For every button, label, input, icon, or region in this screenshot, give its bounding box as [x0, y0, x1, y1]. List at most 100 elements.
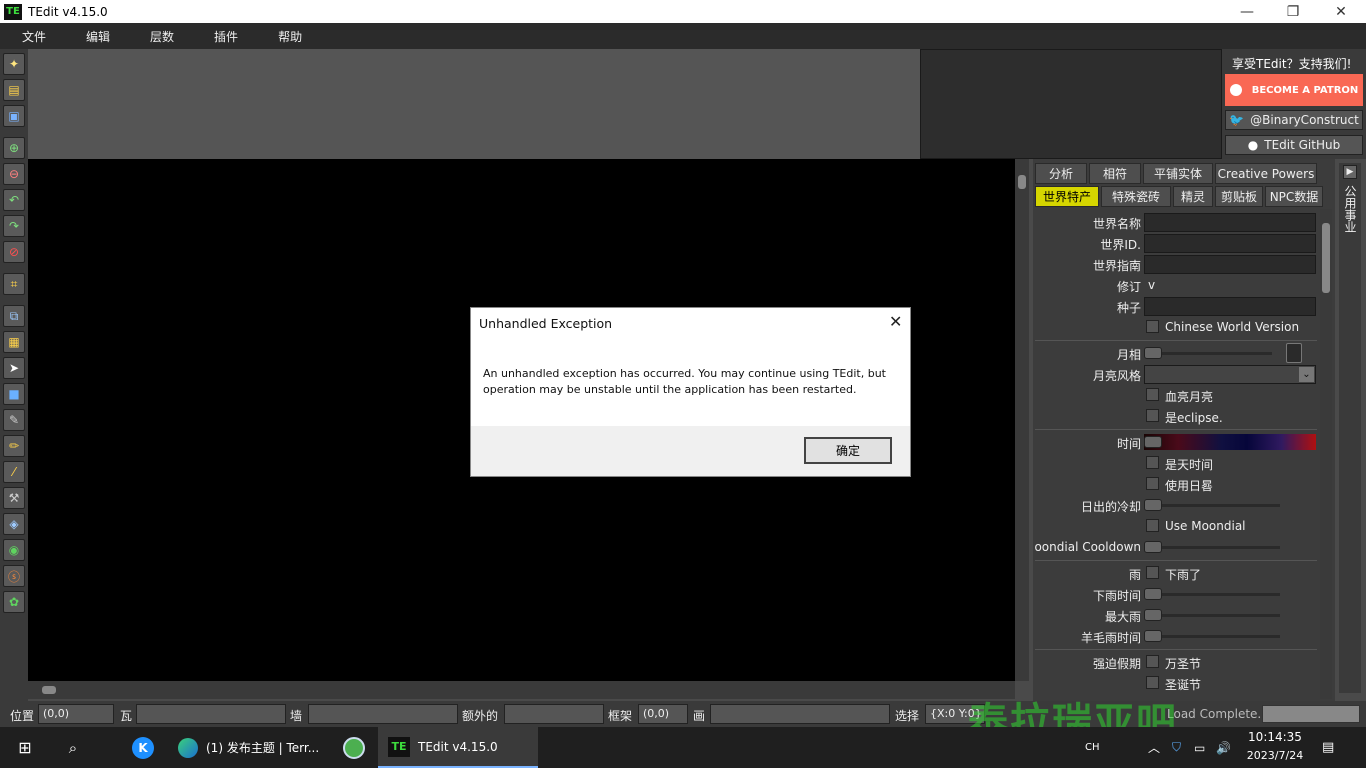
is-day-checkbox[interactable] [1146, 456, 1159, 469]
time-gradient-slider[interactable] [1144, 434, 1316, 450]
green-app-icon[interactable] [340, 727, 368, 768]
moon-style-dropdown[interactable]: ⌄ [1144, 365, 1316, 384]
windows-taskbar: ⊞ ⌕ K (1) 发布主题 | Terr... TE TEdit v4.15.… [0, 727, 1366, 768]
dialog-close-icon[interactable]: ✕ [889, 312, 902, 331]
delete-icon[interactable]: ⊘ [3, 241, 25, 263]
canvas-horizontal-scrollbar[interactable] [28, 681, 1015, 699]
undo-icon[interactable]: ↶ [3, 189, 25, 211]
picker-tool-icon[interactable]: ✎ [3, 409, 25, 431]
new-world-icon[interactable]: ✦ [3, 53, 25, 75]
morph-tool-icon[interactable]: ✿ [3, 591, 25, 613]
moondial-cooldown-slider[interactable] [1144, 546, 1280, 549]
maximize-button[interactable]: ❐ [1270, 0, 1316, 23]
github-button[interactable]: ● TEdit GitHub [1225, 135, 1363, 155]
expand-arrow-icon[interactable]: ▶ [1343, 165, 1357, 179]
save-world-icon[interactable]: ▣ [3, 105, 25, 127]
sprite-tool-icon[interactable]: ⓢ [3, 565, 25, 587]
blood-moon-checkbox[interactable] [1146, 388, 1159, 401]
volume-tray-icon[interactable]: 🔊 [1216, 727, 1232, 768]
world-guide-input[interactable] [1144, 255, 1316, 274]
use-moondial-checkbox[interactable] [1146, 519, 1159, 532]
menu-file[interactable]: 文件 [8, 28, 60, 45]
menu-help[interactable]: 帮助 [264, 28, 316, 45]
crop-icon[interactable]: ⌗ [3, 273, 25, 295]
tab-analysis[interactable]: 分析 [1035, 163, 1087, 184]
tab-match[interactable]: 相符 [1089, 163, 1141, 184]
sundial-cooldown-label: 日出的冷却 [1080, 500, 1141, 514]
tab-clipboard[interactable]: 剪贴板 [1215, 186, 1263, 207]
minimap[interactable] [920, 49, 1222, 159]
horizontal-scroll-thumb[interactable] [42, 686, 56, 694]
taskbar-tedit-label: TEdit v4.15.0 [418, 739, 498, 754]
moon-phase-value-box[interactable] [1286, 343, 1302, 363]
rain-time-thumb[interactable] [1144, 588, 1162, 600]
use-sundial-checkbox[interactable] [1146, 477, 1159, 490]
halloween-label: 万圣节 [1165, 657, 1202, 671]
max-rain-thumb[interactable] [1144, 609, 1162, 621]
tab-world-properties[interactable]: 世界特产 [1035, 186, 1099, 207]
max-rain-slider[interactable] [1144, 614, 1280, 617]
redo-icon[interactable]: ↷ [3, 215, 25, 237]
copy-icon[interactable]: ⧉ [3, 305, 25, 327]
moon-phase-slider[interactable] [1144, 352, 1272, 355]
security-tray-icon[interactable]: ⛉ [1172, 727, 1188, 768]
notification-icon[interactable]: ▤ [1322, 727, 1342, 768]
network-tray-icon[interactable]: ▭ [1194, 727, 1210, 768]
clock-time[interactable]: 10:14:35 [1244, 730, 1306, 744]
world-tool-icon[interactable]: ◉ [3, 539, 25, 561]
properties-scroll-thumb[interactable] [1322, 223, 1330, 293]
tab-sprites[interactable]: 精灵 [1173, 186, 1213, 207]
minimize-button[interactable]: — [1224, 0, 1270, 23]
tab-npc-data[interactable]: NPC数据 [1265, 186, 1323, 207]
input-language[interactable]: CH [1085, 727, 1105, 768]
sundial-cooldown-slider[interactable] [1144, 504, 1280, 507]
patreon-button[interactable]: BECOME A PATRON [1225, 74, 1363, 106]
brush-tool-icon[interactable]: ⁄ [3, 461, 25, 483]
arrow-tool-icon[interactable]: ➤ [3, 357, 25, 379]
canvas-vertical-scrollbar[interactable] [1015, 159, 1029, 681]
paste-icon[interactable]: ▦ [3, 331, 25, 353]
open-world-icon[interactable]: ▤ [3, 79, 25, 101]
world-id-input[interactable] [1144, 234, 1316, 253]
ok-button[interactable]: 确定 [804, 437, 892, 464]
taskbar-tedit[interactable]: TE TEdit v4.15.0 [378, 727, 538, 768]
chevron-down-icon[interactable]: ⌄ [1299, 367, 1314, 382]
christmas-checkbox[interactable] [1146, 676, 1159, 689]
time-thumb[interactable] [1144, 436, 1162, 448]
windows-start-icon[interactable]: ⊞ [10, 727, 40, 768]
vertical-scroll-thumb[interactable] [1018, 175, 1026, 189]
clock-date[interactable]: 2023/7/24 [1244, 749, 1306, 762]
tab-creative-powers[interactable]: Creative Powers [1215, 163, 1317, 184]
wool-rain-time-slider[interactable] [1144, 635, 1280, 638]
tab-tile-entities[interactable]: 平铺实体 [1143, 163, 1213, 184]
pencil-tool-icon[interactable]: ✏ [3, 435, 25, 457]
eclipse-checkbox[interactable] [1146, 409, 1159, 422]
utilities-side-tab[interactable]: ▶ 公用事业 [1339, 163, 1361, 693]
tab-special-tiles[interactable]: 特殊瓷砖 [1101, 186, 1171, 207]
menu-plugins[interactable]: 插件 [200, 28, 252, 45]
tray-chevron-icon[interactable]: ︿ [1148, 727, 1164, 768]
sundial-cooldown-thumb[interactable] [1144, 499, 1162, 511]
properties-scrollbar[interactable] [1320, 209, 1332, 699]
selection-tool-icon[interactable]: ■ [3, 383, 25, 405]
seed-input[interactable] [1144, 297, 1316, 316]
wool-rain-time-thumb[interactable] [1144, 630, 1162, 642]
chinese-version-checkbox[interactable] [1146, 320, 1159, 333]
k-app-icon[interactable]: K [130, 727, 156, 768]
twitter-button[interactable]: 🐦 @BinaryConstruct [1225, 110, 1363, 130]
search-icon[interactable]: ⌕ [58, 727, 88, 768]
moondial-cooldown-thumb[interactable] [1144, 541, 1162, 553]
moon-phase-thumb[interactable] [1144, 347, 1162, 359]
taskbar-edge[interactable]: (1) 发布主题 | Terr... [170, 727, 330, 768]
raining-checkbox[interactable] [1146, 566, 1159, 579]
rain-time-slider[interactable] [1144, 593, 1280, 596]
world-name-input[interactable] [1144, 213, 1316, 232]
fill-tool-icon[interactable]: ◈ [3, 513, 25, 535]
halloween-checkbox[interactable] [1146, 655, 1159, 668]
menu-layers[interactable]: 层数 [136, 28, 188, 45]
zoom-out-icon[interactable]: ⊖ [3, 163, 25, 185]
zoom-in-icon[interactable]: ⊕ [3, 137, 25, 159]
close-window-button[interactable]: ✕ [1318, 0, 1364, 23]
hammer-tool-icon[interactable]: ⚒ [3, 487, 25, 509]
menu-edit[interactable]: 编辑 [72, 28, 124, 45]
